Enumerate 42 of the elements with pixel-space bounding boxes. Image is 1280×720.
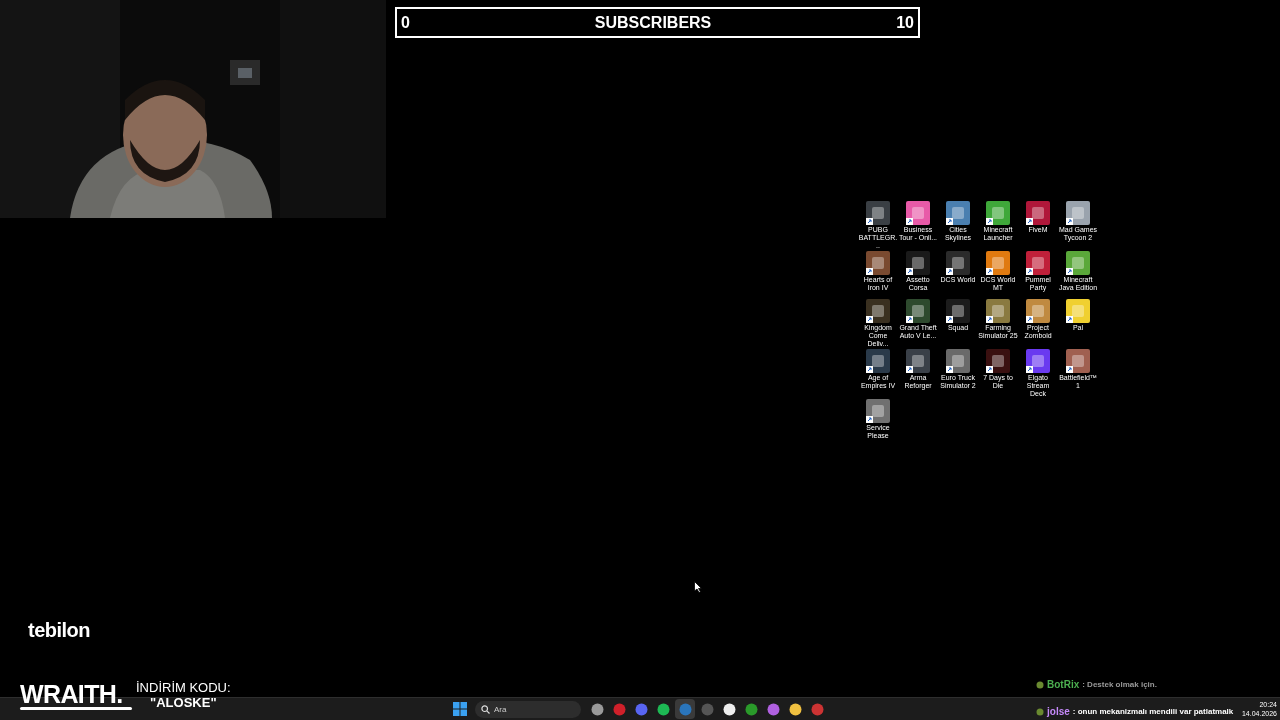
app-icon [865,250,891,276]
app-icon [1025,200,1051,226]
user-badge-icon [1036,680,1044,689]
windows-start-icon[interactable] [453,702,467,716]
brand-logo: WRAITH. [20,682,132,710]
search-icon [481,704,490,714]
app-icon [945,298,971,324]
promo-heading: İNDİRİM KODU: [136,680,231,695]
app-icon [865,298,891,324]
app-icon [945,250,971,276]
app-icon [865,398,891,424]
app-icon [1025,298,1051,324]
goal-target: 10 [896,12,914,33]
promo-code: "ALOSKE" [150,695,217,710]
chat-message: : onun mekanizmalı mendili var patlatmalk [1072,705,1234,718]
chat-message: : Destek olmak için. [1082,678,1157,691]
app-icon [945,200,971,226]
sponsor-logo: tebilon [28,618,91,643]
app-icon [945,348,971,374]
app-icon [905,298,931,324]
app-icon [905,200,931,226]
app-icon [1065,348,1091,374]
app-icon [1065,200,1091,226]
chat-username: BotRix [1047,678,1080,692]
app-icon [985,200,1011,226]
chat-username: jolse [1047,705,1070,719]
goal-label: SUBSCRIBERS [594,12,712,33]
app-icon [985,298,1011,324]
app-icon [985,348,1011,374]
mouse-cursor-icon [694,581,702,593]
app-icon [985,250,1011,276]
app-icon [905,348,931,374]
app-icon [865,348,891,374]
app-icon [865,200,891,226]
app-icon [905,250,931,276]
app-icon [1025,348,1051,374]
app-icon [1065,298,1091,324]
app-icon [1065,250,1091,276]
goal-current: 0 [401,12,410,33]
search-field[interactable]: Ara [475,700,581,718]
user-badge-icon [1036,707,1044,716]
app-icon [1025,250,1051,276]
